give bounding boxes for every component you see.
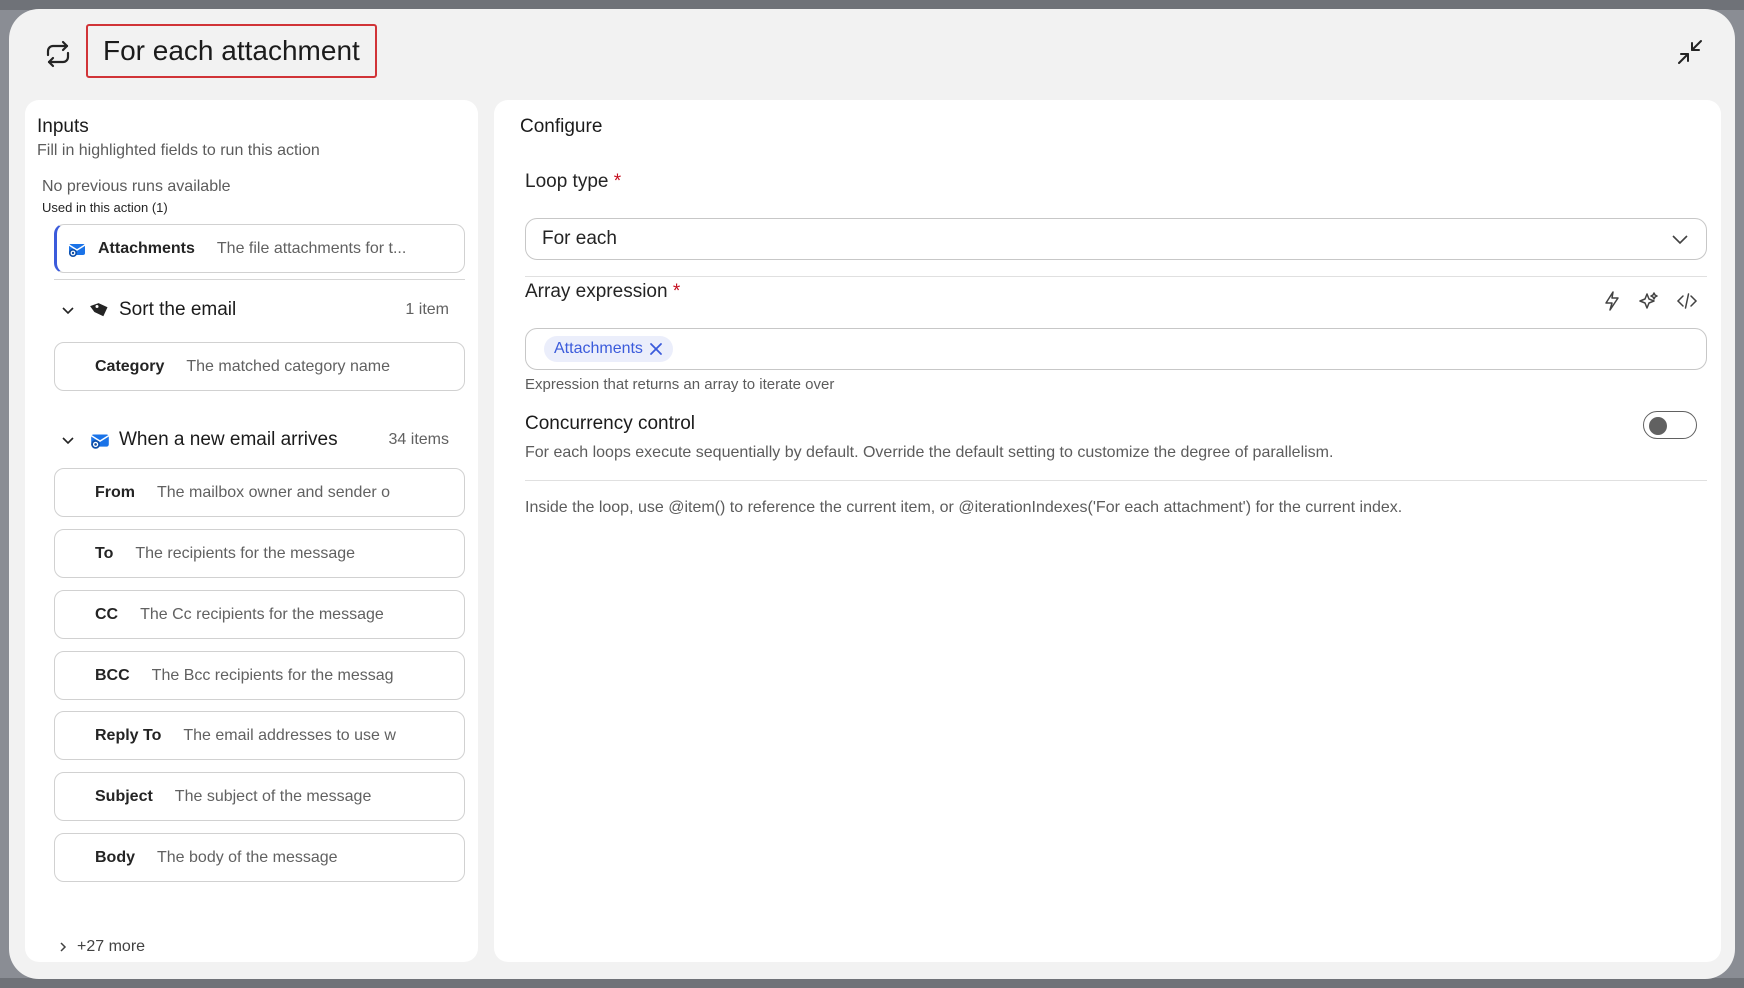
toggle-knob	[1649, 417, 1667, 435]
input-card-label: BCC	[95, 666, 130, 684]
configure-panel: Configure Loop type * For each Array exp…	[494, 100, 1721, 962]
required-mark: *	[672, 281, 681, 302]
group-count: 34 items	[388, 431, 449, 448]
token-label: Attachments	[554, 340, 643, 357]
code-icon[interactable]	[1676, 290, 1698, 312]
action-details-modal: For each attachment Inputs Fill in highl…	[9, 9, 1735, 979]
loop-type-value: For each	[542, 228, 617, 249]
input-card-cc[interactable]: CC The Cc recipients for the message	[54, 590, 465, 639]
array-help-text: Expression that returns an array to iter…	[525, 376, 835, 393]
required-mark: *	[613, 171, 622, 192]
input-card-description: The matched category name	[186, 357, 391, 375]
input-card-label: Attachments	[98, 239, 195, 257]
input-card-bcc[interactable]: BCC The Bcc recipients for the messag	[54, 651, 465, 700]
input-card-description: The file attachments for t...	[216, 239, 407, 257]
input-card-from[interactable]: From The mailbox owner and sender o	[54, 468, 465, 517]
input-card-description: The Bcc recipients for the messag	[151, 666, 394, 684]
input-card-subject[interactable]: Subject The subject of the message	[54, 772, 465, 821]
collapse-arrows-icon[interactable]	[1675, 37, 1705, 67]
input-card-reply-to[interactable]: Reply To The email addresses to use w	[54, 711, 465, 760]
input-card-description: The mailbox owner and sender o	[157, 483, 391, 501]
loop-arrows-icon	[46, 40, 70, 68]
chevron-down-icon	[62, 437, 74, 445]
input-card-label: Category	[95, 357, 165, 375]
close-icon[interactable]	[649, 342, 663, 356]
input-card-category[interactable]: Category The matched category name	[54, 342, 465, 391]
backdrop-bottom	[0, 978, 1744, 988]
outlook-mail-icon	[90, 434, 110, 449]
section-divider	[525, 480, 1707, 481]
input-card-label: To	[95, 544, 114, 562]
tag-icon	[90, 303, 108, 317]
group-count: 1 item	[405, 301, 449, 318]
input-card-label: Subject	[95, 787, 153, 805]
loop-hint-text: Inside the loop, use @item() to referenc…	[525, 499, 1403, 516]
show-more-link[interactable]: +27 more	[57, 938, 145, 956]
chevron-right-icon	[60, 942, 67, 952]
group-title: When a new email arrives	[119, 429, 338, 450]
array-expression-input[interactable]: Attachments	[525, 328, 1707, 370]
section-divider	[525, 276, 1707, 277]
chevron-down-icon	[62, 307, 74, 315]
concurrency-toggle[interactable]	[1643, 411, 1697, 439]
sparkle-icon[interactable]	[1638, 290, 1660, 312]
section-divider	[54, 279, 465, 280]
group-header-when-a-new-email-arrives[interactable]: When a new email arrives 34 items	[54, 423, 465, 457]
lightning-icon[interactable]	[1601, 290, 1623, 312]
inputs-subtitle: Fill in highlighted fields to run this a…	[37, 142, 320, 159]
no-runs-text: No previous runs available	[42, 178, 231, 195]
input-card-description: The subject of the message	[174, 787, 372, 805]
loop-type-dropdown[interactable]: For each	[525, 218, 1707, 260]
input-card-body[interactable]: Body The body of the message	[54, 833, 465, 882]
inputs-title: Inputs	[37, 116, 89, 137]
group-header-sort-the-email[interactable]: Sort the email 1 item	[54, 293, 465, 327]
configure-title: Configure	[520, 116, 603, 137]
outlook-mail-icon	[68, 243, 86, 257]
used-in-action-label: Used in this action (1)	[42, 200, 168, 215]
input-card-label: From	[95, 483, 135, 501]
input-card-attachments[interactable]: Attachments The file attachments for t..…	[54, 224, 465, 273]
loop-type-label: Loop type *	[525, 171, 622, 192]
input-card-description: The email addresses to use w	[183, 726, 396, 744]
input-card-to[interactable]: To The recipients for the message	[54, 529, 465, 578]
action-title[interactable]: For each attachment	[86, 24, 377, 78]
concurrency-description: For each loops execute sequentially by d…	[525, 444, 1334, 461]
array-expression-label: Array expression *	[525, 281, 681, 302]
input-card-description: The body of the message	[157, 848, 338, 866]
chevron-down-icon	[1672, 235, 1688, 245]
group-title: Sort the email	[119, 299, 237, 320]
expression-token[interactable]: Attachments	[544, 336, 673, 362]
input-card-label: Reply To	[95, 726, 162, 744]
show-more-label: +27 more	[77, 938, 146, 955]
input-card-label: Body	[95, 848, 135, 866]
input-card-label: CC	[95, 605, 119, 623]
input-card-description: The recipients for the message	[135, 544, 356, 562]
concurrency-title: Concurrency control	[525, 413, 696, 434]
inputs-panel: Inputs Fill in highlighted fields to run…	[25, 100, 478, 962]
modal-header: For each attachment	[9, 9, 1735, 101]
input-card-description: The Cc recipients for the message	[140, 605, 384, 623]
